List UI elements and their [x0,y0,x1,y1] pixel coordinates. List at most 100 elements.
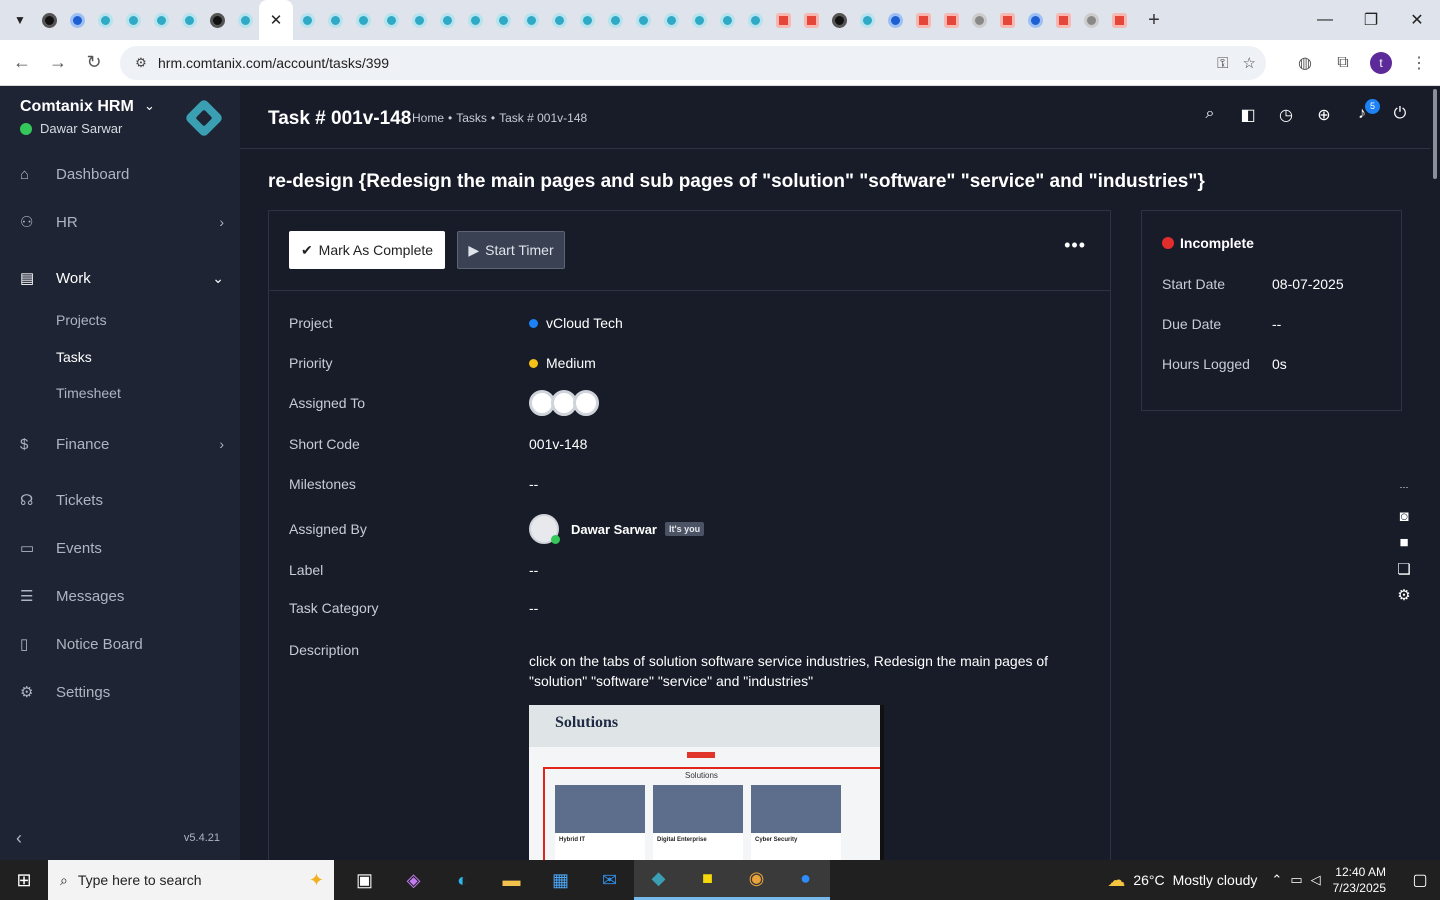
extensions-button[interactable]: ⧉ [1328,48,1358,78]
sidebar-subitem-timesheet[interactable]: Timesheet [56,385,121,401]
browser-tab[interactable] [741,0,769,40]
camera-icon[interactable]: ◙ [1399,508,1408,525]
start-button[interactable]: ⊞ [0,860,48,900]
browser-tab[interactable] [1077,0,1105,40]
copy-window-icon[interactable]: ❏ [1397,560,1410,578]
sidebar-item-events[interactable]: ▭ Events [0,526,240,570]
close-window-button[interactable]: ✕ [1394,0,1440,40]
file-explorer-button[interactable]: ▬ [487,860,536,900]
video-camera-icon[interactable]: ■ [1399,534,1408,551]
browser-tab[interactable] [629,0,657,40]
mark-complete-button[interactable]: ✔ Mark As Complete [289,231,445,269]
sidebar-item-finance[interactable]: $ Finance › [0,422,240,466]
sidebar-item-notice-board[interactable]: ▯ Notice Board [0,622,240,666]
avatar[interactable] [573,390,599,416]
browser-tab[interactable] [601,0,629,40]
browser-tab[interactable] [769,0,797,40]
weather-widget[interactable]: ☁ 26°C Mostly cloudy [1107,870,1257,891]
sticky-notes-button[interactable]: ■ [683,860,732,900]
mail-button[interactable]: ✉ [585,860,634,900]
add-circle-icon[interactable]: ⊕ [1314,105,1334,129]
more-options-icon[interactable]: ••• [1064,235,1086,256]
sidebar-item-hr[interactable]: ⚇ HR › [0,200,240,244]
sticky-note-icon[interactable]: ◧ [1238,105,1258,129]
clock-icon[interactable]: ◷ [1276,105,1296,129]
address-bar[interactable]: ⚙ hrm.comtanix.com/account/tasks/399 ⚿ ☆ [120,46,1266,80]
restore-button[interactable]: ❐ [1348,0,1394,40]
browser-tab[interactable] [573,0,601,40]
browser-tab[interactable] [293,0,321,40]
back-button[interactable]: ← [4,45,40,81]
browser-tab[interactable] [825,0,853,40]
browser-tab[interactable] [489,0,517,40]
breadcrumb-tasks[interactable]: Tasks [456,111,487,125]
notification-center-button[interactable]: ▢ [1400,870,1440,890]
browser-tab[interactable] [1021,0,1049,40]
browser-tab[interactable] [713,0,741,40]
taskbar-clock[interactable]: 12:40 AM 7/23/2025 [1333,864,1386,896]
browser-tab[interactable] [377,0,405,40]
sidebar-subitem-tasks[interactable]: Tasks [56,349,92,365]
browser-tab[interactable] [119,0,147,40]
reload-button[interactable]: ↻ [76,45,112,81]
browser-tab[interactable] [405,0,433,40]
breadcrumb-home[interactable]: Home [412,111,444,125]
url-text[interactable]: hrm.comtanix.com/account/tasks/399 [158,55,389,71]
sidebar-item-settings[interactable]: ⚙ Settings [0,670,240,714]
browser-tab[interactable] [993,0,1021,40]
browser-tab[interactable] [175,0,203,40]
page-scrollbar[interactable] [1430,87,1440,860]
assigned-by-name[interactable]: Dawar Sarwar [571,522,657,537]
volume-icon[interactable]: ◁ [1311,872,1321,888]
browser-tab[interactable] [433,0,461,40]
copilot-button[interactable]: ◈ [389,860,438,900]
bookmark-star-icon[interactable]: ☆ [1243,54,1256,72]
hrm-app-button[interactable]: ◆ [634,860,683,900]
browser-menu-button[interactable]: ⋮ [1404,48,1434,78]
sidebar-item-tickets[interactable]: ☊ Tickets [0,478,240,522]
sidebar-subitem-projects[interactable]: Projects [56,312,107,328]
browser-tab[interactable] [91,0,119,40]
browser-tab[interactable] [853,0,881,40]
site-info-icon[interactable]: ⚙ [126,55,156,71]
tab-search-button[interactable]: ▼ [5,5,35,35]
browser-tab[interactable] [321,0,349,40]
minimize-button[interactable]: — [1302,0,1348,40]
sidebar-item-work[interactable]: ▤ Work ⌄ [0,256,240,300]
chevron-down-icon[interactable]: ⌄ [144,98,155,114]
taskbar-search[interactable]: ⌕ Type here to search ✦ [48,860,334,900]
browser-tab[interactable] [35,0,63,40]
password-key-icon[interactable]: ⚿ [1217,55,1228,72]
browser-tab[interactable] [461,0,489,40]
browser-tab[interactable] [1105,0,1133,40]
browser-tab[interactable] [657,0,685,40]
browser-tab[interactable] [545,0,573,40]
browser-tab[interactable] [63,0,91,40]
browser-tab-active[interactable]: ✕ [259,0,293,40]
start-timer-button[interactable]: ▶ Start Timer [457,231,565,269]
browser-tab[interactable] [147,0,175,40]
new-tab-button[interactable]: + [1139,5,1169,35]
bell-icon[interactable]: ♪ 5 [1352,99,1380,129]
network-icon[interactable]: ▭ [1290,872,1302,888]
collapse-sidebar-icon[interactable]: ‹ [16,828,22,849]
profile-button[interactable]: t [1366,48,1396,78]
store-button[interactable]: ▦ [536,860,585,900]
close-tab-icon[interactable]: ✕ [270,11,283,29]
browser-tab[interactable] [203,0,231,40]
brand-name[interactable]: Comtanix HRM [20,98,134,116]
project-link[interactable]: vCloud Tech [546,315,623,331]
task-view-button[interactable]: ▣ [340,860,389,900]
avatar[interactable] [529,514,560,544]
browser-tab[interactable] [1049,0,1077,40]
translate-button[interactable]: ◍ [1290,48,1320,78]
sidebar-item-dashboard[interactable]: ⌂ Dashboard [0,152,240,196]
browser-tab[interactable] [937,0,965,40]
edge-button[interactable]: ◐ [438,860,487,900]
power-icon[interactable]: ⏻ [1390,105,1410,129]
zoom-button[interactable]: ● [781,860,830,900]
browser-tab[interactable] [231,0,259,40]
browser-tab[interactable] [349,0,377,40]
browser-tab[interactable] [909,0,937,40]
description-image[interactable]: Solutions Solutions Hybrid IT Digital En… [529,705,884,871]
